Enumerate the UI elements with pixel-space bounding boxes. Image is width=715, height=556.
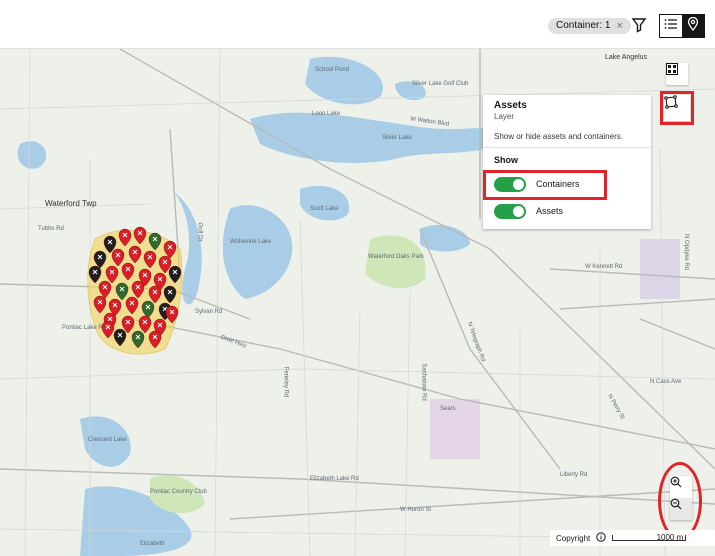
map-label-crescent-lake: Crescent Lake bbox=[88, 437, 127, 443]
map-label-elizabeth: Elizabeth bbox=[140, 541, 165, 547]
divider bbox=[483, 147, 651, 148]
basemap-gallery-button[interactable] bbox=[666, 63, 688, 85]
annotation-highlight-zoom bbox=[658, 462, 702, 540]
road-label-sylvan: Sylvan Rd bbox=[195, 309, 223, 315]
map-label-pontiac-cc: Pontiac Country Club bbox=[150, 489, 207, 495]
road-label-feneley: Feneley Rd bbox=[282, 366, 289, 398]
road-label-huron: W Huron St bbox=[400, 507, 432, 513]
map-label-school-pond: School Pond bbox=[315, 67, 350, 73]
top-toolbar: Container: 1 × bbox=[0, 0, 715, 49]
road-label-elizabeth-lake: Elizabeth Lake Rd bbox=[310, 476, 359, 482]
assets-toggle[interactable] bbox=[494, 204, 526, 219]
info-icon[interactable] bbox=[596, 532, 606, 544]
scale-bar: 1000 m bbox=[612, 534, 687, 542]
road-label-kennett: W Kennett Rd bbox=[585, 264, 623, 270]
map-label-silver-lake-golf: Silver Lake Golf Club bbox=[412, 81, 469, 87]
road-label-cass: N Cass Ave bbox=[650, 379, 682, 385]
road-label-tubbs: Tubbs Rd bbox=[38, 226, 64, 232]
list-icon bbox=[664, 17, 678, 35]
copyright-label[interactable]: Copyright bbox=[556, 534, 590, 543]
map-label-lake-angelus: Lake Angelus bbox=[605, 54, 648, 61]
view-switcher bbox=[659, 14, 705, 38]
map-label-scott-lake: Scott Lake bbox=[310, 206, 339, 212]
road-label-liberty: Liberty Rd bbox=[560, 472, 588, 478]
road-label-pontiac-lake: Pontiac Lake Rd bbox=[62, 325, 107, 331]
map-view-button[interactable] bbox=[682, 15, 704, 37]
road-label-golf: Golf Dr bbox=[196, 222, 203, 242]
show-heading: Show bbox=[494, 155, 518, 165]
assets-toggle-label: Assets bbox=[536, 206, 564, 216]
layer-panel-title: Assets bbox=[494, 100, 527, 111]
filter-chip[interactable]: Container: 1 × bbox=[548, 18, 631, 34]
map-label-wolverine-lake: Wolverine Lake bbox=[230, 239, 272, 245]
map-label-silver-lake: Silver Lake bbox=[382, 135, 412, 141]
filter-chip-label: Container: 1 bbox=[556, 20, 611, 31]
list-view-button[interactable] bbox=[660, 15, 682, 37]
layer-panel: Assets Layer Show or hide assets and con… bbox=[483, 95, 651, 229]
map-attribution: Copyright 1000 m bbox=[550, 530, 715, 546]
annotation-highlight-containers bbox=[483, 170, 607, 200]
location-pin-icon bbox=[687, 16, 699, 36]
map-label-waterford-twp: Waterford Twp bbox=[45, 199, 97, 208]
map-label-sears: Sears bbox=[440, 406, 456, 412]
layer-panel-description: Show or hide assets and containers. bbox=[494, 132, 623, 141]
annotation-highlight-layer-tool bbox=[660, 91, 694, 125]
layer-panel-subtitle: Layer bbox=[494, 112, 515, 121]
map-label-waterford-oaks: Waterford Oaks Park bbox=[368, 254, 424, 260]
filter-icon[interactable] bbox=[631, 17, 647, 33]
road-label-sashabaw: Sashabaw Rd bbox=[420, 363, 427, 401]
road-label-opdyke: N Opdyke Rd bbox=[683, 233, 690, 271]
map-label-loon-lake: Loon Lake bbox=[312, 111, 341, 117]
close-icon[interactable]: × bbox=[616, 18, 622, 34]
